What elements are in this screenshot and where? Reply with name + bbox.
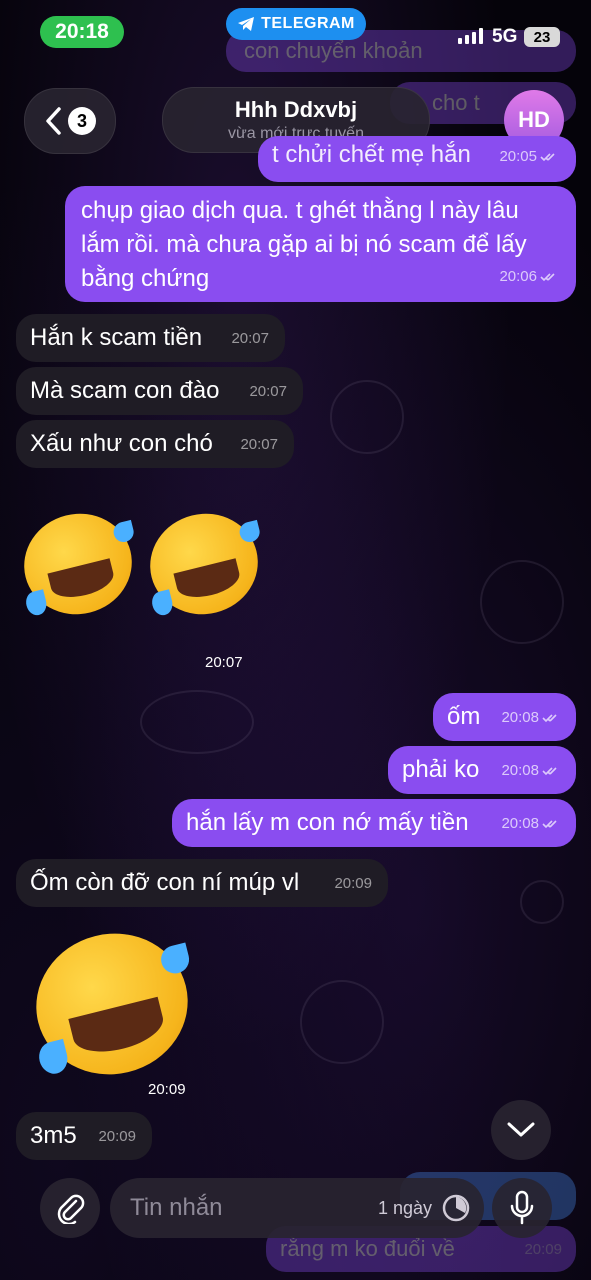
status-time[interactable]: 20:18 — [40, 16, 124, 48]
message-text: ốm — [447, 703, 481, 730]
message-time: 20:08 — [501, 709, 539, 726]
message-time: 20:08 — [501, 762, 539, 779]
message-time: 20:07 — [205, 654, 243, 671]
message-meta: 20:08 — [501, 807, 564, 841]
double-check-icon — [540, 273, 555, 282]
message-bubble-out[interactable]: chụp giao dịch qua. t ghét thằng l này l… — [65, 186, 576, 302]
message-bubble-in[interactable]: 3m5 20:09 — [16, 1112, 152, 1160]
signal-icon — [458, 28, 483, 44]
network-type: 5G — [492, 26, 518, 47]
double-check-icon — [542, 767, 557, 776]
message-text: Mà scam con đào — [30, 377, 220, 404]
ghost-message-text: rằng m ko đuổi về — [280, 1236, 455, 1261]
scroll-to-bottom-button[interactable] — [491, 1100, 551, 1160]
double-check-icon — [540, 153, 555, 162]
message-text: chụp giao dịch qua. t ghét thằng l này l… — [81, 197, 527, 292]
message-time: 20:06 — [499, 268, 537, 285]
double-check-icon — [542, 714, 557, 723]
message-time: 20:09 — [148, 1081, 186, 1098]
message-time: 20:07 — [249, 383, 287, 400]
message-time: 20:09 — [334, 875, 372, 892]
message-text: Xấu như con chó — [30, 430, 213, 457]
battery-icon: 23 — [524, 27, 560, 47]
message-text: t chửi chết mẹ hắn — [272, 141, 471, 168]
microphone-icon — [510, 1190, 534, 1225]
message-meta: 20:06 — [499, 260, 562, 294]
message-bubble-in[interactable]: Ốm còn đỡ con ní múp vl 20:09 — [16, 859, 388, 907]
message-time: 20:07 — [240, 436, 278, 453]
background-doodle — [480, 560, 564, 644]
message-bubble-out[interactable]: t chửi chết mẹ hắn 20:05 — [258, 136, 576, 182]
message-bubble-in[interactable]: Mà scam con đào 20:07 — [16, 367, 303, 415]
back-button[interactable]: 3 — [24, 88, 116, 154]
message-meta: 20:08 — [501, 754, 564, 788]
background-doodle — [300, 980, 384, 1064]
message-text: Ốm còn đỡ con ní múp vl — [30, 869, 300, 896]
message-time: 20:09 — [98, 1128, 136, 1145]
ghost-message-text: cho t — [432, 90, 480, 115]
chevron-left-icon — [46, 107, 61, 135]
auto-delete-timer-label[interactable]: 1 ngày — [378, 1198, 432, 1219]
message-bubble-out[interactable]: hắn lấy m con nớ mấy tiền 20:08 — [172, 799, 576, 847]
voice-record-button[interactable] — [492, 1178, 552, 1238]
message-time: 20:05 — [499, 148, 537, 165]
message-time: 20:08 — [501, 815, 539, 832]
message-meta: 20:08 — [501, 701, 564, 735]
message-bubble-out[interactable]: phải ko 20:08 — [388, 746, 576, 794]
double-check-icon — [542, 820, 557, 829]
chevron-down-icon — [507, 1122, 535, 1137]
message-text: 3m5 — [30, 1122, 77, 1149]
message-time: 20:07 — [231, 330, 269, 347]
background-doodle — [330, 380, 404, 454]
message-text: Hắn k scam tiền — [30, 324, 203, 351]
message-text: phải ko — [402, 756, 480, 783]
message-input-placeholder: Tin nhắn — [130, 1194, 223, 1221]
unread-count-badge: 3 — [68, 107, 96, 135]
telegram-pill-label: TELEGRAM — [261, 15, 355, 32]
background-doodle — [140, 690, 254, 754]
message-bubble-in[interactable]: Hắn k scam tiền 20:07 — [16, 314, 285, 362]
message-text: hắn lấy m con nớ mấy tiền — [186, 809, 469, 836]
timer-icon[interactable] — [440, 1192, 472, 1224]
status-bar: 20:18 TELEGRAM 5G 23 — [0, 0, 591, 66]
contact-name: Hhh Ddxvbj — [234, 97, 358, 122]
telegram-icon — [238, 17, 255, 31]
attach-button[interactable] — [40, 1178, 100, 1238]
message-input[interactable]: Tin nhắn 1 ngày — [110, 1178, 484, 1238]
message-meta: 20:05 — [499, 140, 562, 174]
ghost-message-time: 20:09 — [524, 1240, 562, 1258]
paperclip-icon — [57, 1194, 85, 1224]
message-bubble-in[interactable]: Xấu như con chó 20:07 — [16, 420, 294, 468]
message-bubble-out[interactable]: ốm 20:08 — [433, 693, 576, 741]
telegram-pill[interactable]: TELEGRAM — [226, 8, 366, 40]
background-doodle — [520, 880, 564, 924]
